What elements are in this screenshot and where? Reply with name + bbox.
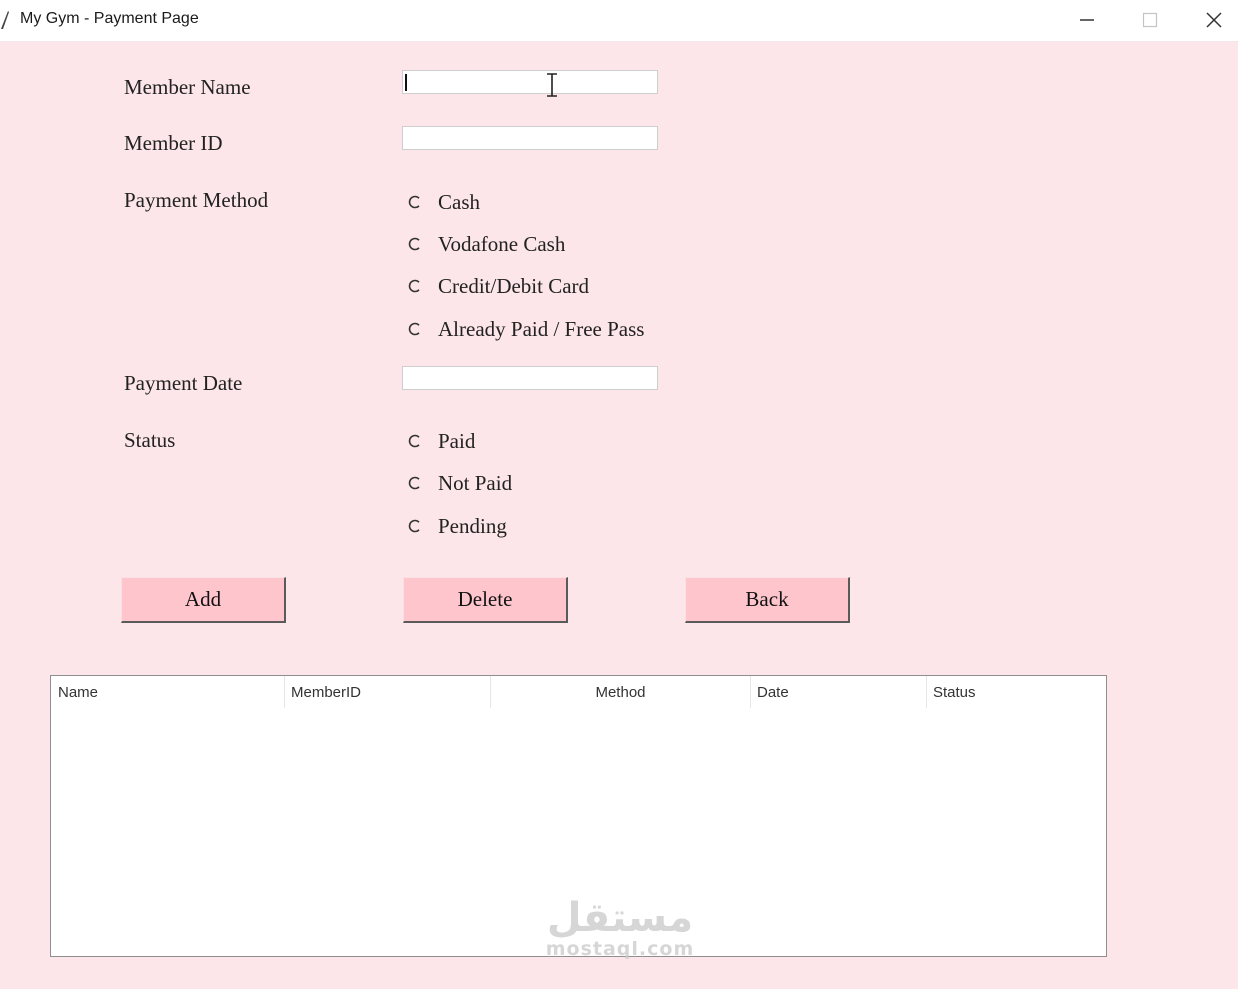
payment-method-label: Payment Method — [124, 188, 269, 212]
window-title: My Gym - Payment Page — [20, 10, 199, 27]
column-header-name[interactable]: Name — [51, 676, 285, 708]
watermark: مستقل mostaql.com — [540, 895, 700, 960]
close-button[interactable] — [1183, 0, 1238, 41]
column-header-status[interactable]: Status — [927, 676, 1106, 708]
radio-circle-icon — [408, 476, 420, 490]
maximize-icon — [1142, 12, 1158, 28]
minimize-button[interactable] — [1056, 0, 1118, 41]
maximize-button[interactable] — [1119, 0, 1181, 41]
column-header-date[interactable]: Date — [751, 676, 927, 708]
radio-circle-icon — [408, 237, 420, 251]
minimize-icon — [1080, 19, 1094, 21]
radio-label: Vodafone Cash — [438, 232, 566, 256]
radio-label: Pending — [438, 514, 507, 538]
column-header-memberid[interactable]: MemberID — [285, 676, 491, 708]
radio-label: Already Paid / Free Pass — [438, 317, 645, 341]
member-name-label: Member Name — [124, 75, 251, 99]
radio-circle-icon — [408, 279, 420, 293]
feather-icon — [1, 11, 9, 29]
add-button[interactable]: Add — [121, 577, 286, 623]
radio-circle-icon — [408, 434, 420, 448]
radio-label: Credit/Debit Card — [438, 274, 590, 298]
radio-label: Not Paid — [438, 471, 513, 495]
payment-date-input[interactable] — [402, 366, 658, 390]
text-cursor-icon — [547, 73, 557, 97]
payment-date-label: Payment Date — [124, 371, 243, 395]
radio-label: Paid — [438, 429, 476, 453]
text-caret — [405, 74, 407, 91]
member-name-input[interactable] — [402, 70, 658, 94]
delete-button[interactable]: Delete — [403, 577, 568, 623]
watermark-arabic-text: مستقل — [546, 895, 694, 941]
column-header-method[interactable]: Method — [491, 676, 751, 708]
radio-circle-icon — [408, 195, 420, 209]
close-icon — [1206, 12, 1222, 28]
radio-circle-icon — [408, 519, 420, 533]
member-id-input[interactable] — [402, 126, 658, 150]
back-button[interactable]: Back — [685, 577, 850, 623]
radio-label: Cash — [438, 190, 480, 214]
radio-circle-icon — [408, 322, 420, 336]
title-bar[interactable]: My Gym - Payment Page — [0, 0, 1238, 42]
watermark-latin-text: mostaql.com — [545, 938, 695, 960]
status-label: Status — [124, 428, 176, 452]
member-id-label: Member ID — [124, 131, 223, 155]
